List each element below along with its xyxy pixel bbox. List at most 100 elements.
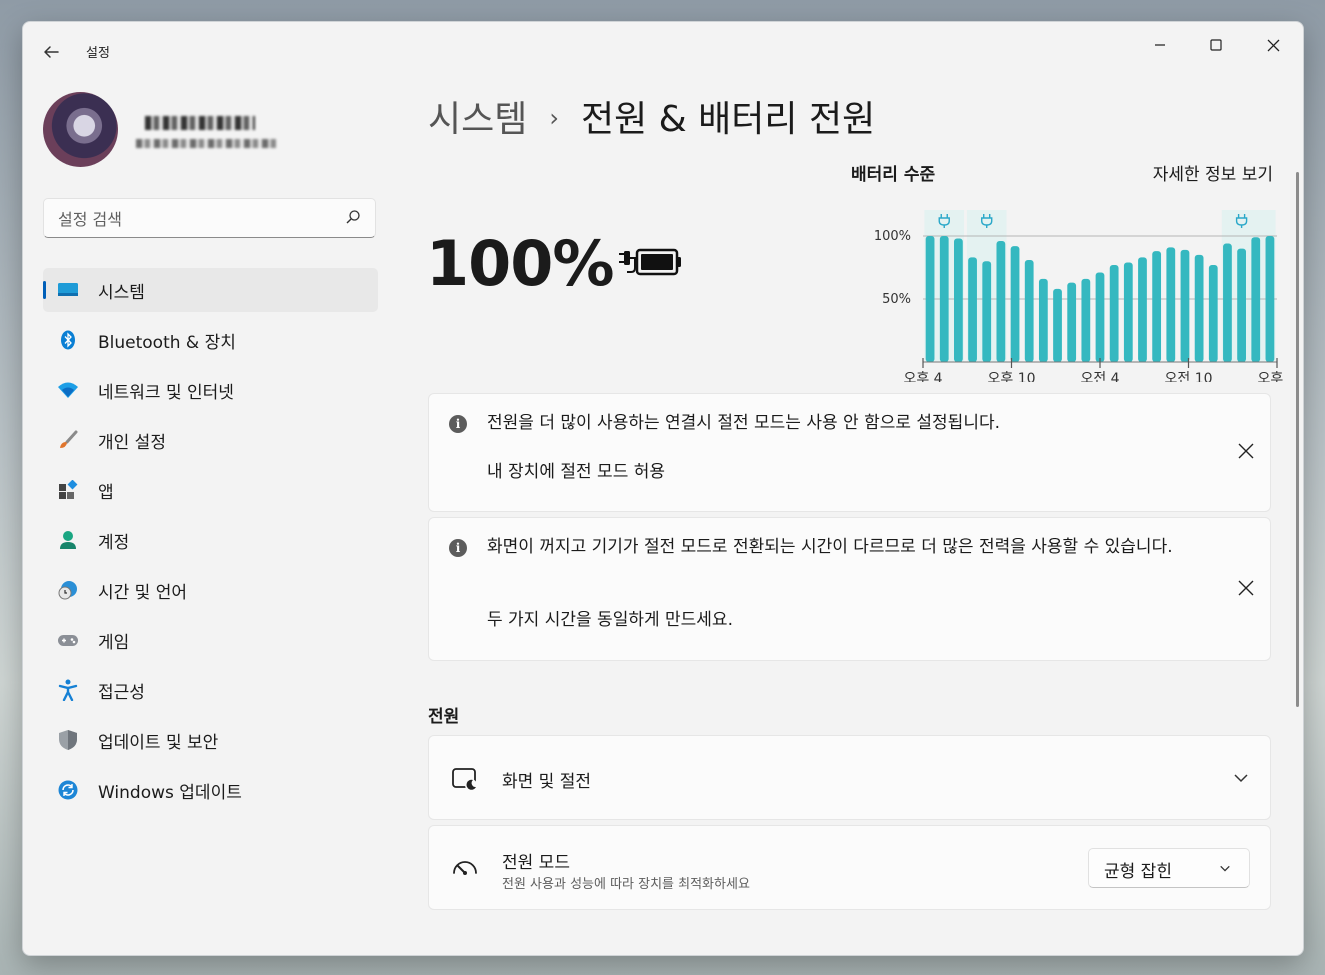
sidebar-nav: 시스템 Bluetooth & 장치 네트워크 및 인터넷 개인 설정 앱 계정…: [43, 268, 378, 818]
profile-email-redacted: [136, 139, 276, 148]
close-icon: [1267, 39, 1279, 51]
search-icon[interactable]: [345, 209, 361, 225]
bar: [1038, 278, 1048, 362]
sidebar-item-update-security[interactable]: 업데이트 및 보안: [43, 718, 378, 762]
sidebar-item-label: 앱: [98, 482, 114, 503]
battery-level-chart: 100% 50% 오후 4 오후 10 오전 4 오전 10 오후 4: [874, 210, 1283, 382]
bar: [1138, 257, 1147, 362]
notice-link[interactable]: 두 가지 시간을 동일하게 만드세요.: [487, 605, 733, 630]
x-tick-label: 오후 4: [903, 371, 942, 382]
y-tick-label: 100%: [874, 229, 911, 244]
sidebar-item-accounts[interactable]: 계정: [43, 518, 378, 562]
notice-link[interactable]: 내 장치에 절전 모드 허용: [487, 457, 665, 482]
battery-percent: 100%: [426, 227, 615, 300]
profile-name-redacted: [145, 116, 255, 130]
shield-icon: [57, 729, 79, 751]
settings-search-box[interactable]: [43, 198, 376, 238]
chevron-down-icon: [1220, 865, 1230, 872]
bar: [1223, 243, 1232, 362]
bar: [1152, 251, 1162, 362]
bar: [968, 257, 977, 362]
bar: [1010, 246, 1020, 362]
bar: [1194, 254, 1204, 362]
bar: [1123, 262, 1133, 362]
battery-charging-icon: [619, 248, 681, 276]
bar: [1109, 264, 1119, 362]
sidebar-item-label: 시간 및 언어: [98, 582, 188, 603]
bar: [1081, 278, 1091, 362]
system-icon: [57, 279, 79, 301]
breadcrumb-parent[interactable]: 시스템: [428, 99, 527, 140]
info-icon: i: [449, 415, 467, 433]
bar: [1053, 288, 1062, 362]
power-mode-description: 전원 사용과 성능에 따라 장치를 최적화하세요: [502, 877, 750, 892]
bar: [996, 241, 1006, 362]
avatar[interactable]: [43, 92, 118, 167]
bar: [982, 261, 992, 362]
apps-icon: [57, 479, 79, 501]
wifi-icon: [57, 379, 79, 401]
sidebar-item-apps[interactable]: 앱: [43, 468, 378, 512]
y-tick-label: 50%: [882, 292, 911, 307]
sidebar-item-label: Bluetooth & 장치: [98, 332, 236, 353]
maximize-button[interactable]: [1193, 30, 1239, 60]
bar: [1067, 282, 1077, 362]
bar: [954, 238, 963, 362]
notice-message: 화면이 꺼지고 기기가 절전 모드로 전환되는 시간이 다르므로 더 많은 전력…: [487, 537, 1173, 557]
notice-card-timeouts: i 화면이 꺼지고 기기가 절전 모드로 전환되는 시간이 다르므로 더 많은 …: [428, 517, 1271, 661]
scrollbar[interactable]: [1296, 172, 1299, 707]
x-tick-label: 오후 10: [987, 371, 1035, 382]
search-input[interactable]: [56, 206, 330, 232]
page-title: 전원 & 배터리 전원: [580, 99, 876, 140]
bar: [1095, 272, 1105, 362]
sidebar-item-accessibility[interactable]: 접근성: [43, 668, 378, 712]
close-icon[interactable]: [1236, 441, 1256, 461]
bar: [1180, 249, 1190, 362]
sidebar-item-bluetooth[interactable]: Bluetooth & 장치: [43, 318, 378, 362]
power-mode-dropdown[interactable]: 균형 잡힌: [1088, 848, 1250, 888]
close-button[interactable]: [1250, 30, 1296, 60]
brush-icon: [57, 429, 79, 451]
accessibility-icon: [57, 679, 79, 701]
maximize-icon: [1210, 39, 1222, 51]
bar: [1166, 247, 1176, 362]
bluetooth-icon: [57, 329, 79, 351]
notice-message: 전원을 더 많이 사용하는 연결시 절전 모드는 사용 안 함으로 설정됩니다.: [487, 413, 1001, 433]
bar: [1208, 264, 1218, 362]
power-mode-selected: 균형 잡힌: [1104, 862, 1172, 882]
sidebar-item-windows-update[interactable]: Windows 업데이트: [43, 768, 378, 812]
back-arrow-icon[interactable]: [41, 42, 63, 64]
power-section-title: 전원: [428, 707, 460, 727]
sidebar-item-label: 접근성: [98, 682, 145, 703]
screen-sleep-row[interactable]: 화면 및 절전: [428, 735, 1271, 820]
screen-sleep-icon: [452, 768, 477, 791]
gamepad-icon: [57, 629, 79, 651]
sidebar-item-label: 계정: [98, 532, 130, 553]
time-language-icon: [57, 579, 79, 601]
sidebar-item-time-language[interactable]: 시간 및 언어: [43, 568, 378, 612]
sidebar-item-label: Windows 업데이트: [98, 782, 242, 803]
sidebar-item-label: 개인 설정: [98, 432, 166, 453]
sidebar-item-label: 게임: [98, 632, 130, 653]
bar: [1251, 237, 1261, 362]
sidebar-item-system[interactable]: 시스템: [43, 268, 378, 312]
bar: [939, 236, 949, 362]
minimize-icon: [1155, 44, 1165, 46]
sidebar-item-gaming[interactable]: 게임: [43, 618, 378, 662]
settings-window: 설정 시스템 Bluetooth & 장치: [22, 21, 1304, 956]
close-icon[interactable]: [1236, 578, 1256, 598]
gauge-icon: [453, 861, 477, 875]
bar: [1237, 248, 1246, 362]
sidebar-item-network[interactable]: 네트워크 및 인터넷: [43, 368, 378, 412]
bar: [1265, 236, 1275, 362]
sidebar-item-personalization[interactable]: 개인 설정: [43, 418, 378, 462]
info-icon: i: [449, 539, 467, 557]
sidebar-item-label: 네트워크 및 인터넷: [98, 382, 234, 403]
chevron-down-icon[interactable]: [1234, 771, 1248, 785]
bar: [1024, 259, 1034, 362]
windows-update-icon: [57, 779, 79, 801]
minimize-button[interactable]: [1137, 30, 1183, 60]
sidebar-item-label: 업데이트 및 보안: [98, 732, 219, 753]
breadcrumb: 시스템 › 전원 & 배터리 전원: [428, 90, 875, 142]
x-tick-label: 오후 4: [1257, 371, 1283, 382]
